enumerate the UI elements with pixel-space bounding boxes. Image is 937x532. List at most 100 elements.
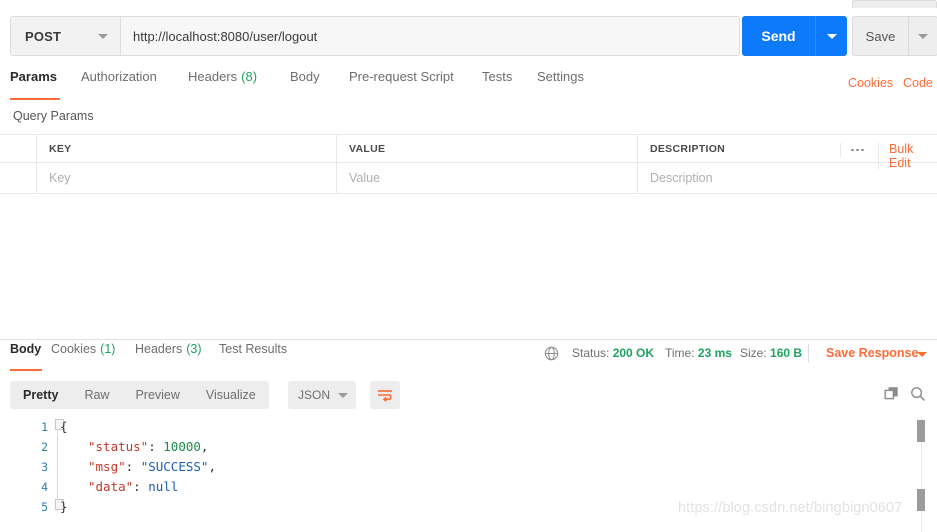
pane-divider[interactable]: [0, 339, 937, 340]
code-token: null: [148, 479, 179, 494]
chevron-down-icon: [98, 33, 108, 39]
param-description-input[interactable]: Description: [637, 163, 937, 193]
tab-label: Headers: [188, 69, 238, 84]
code-token: ,: [200, 439, 209, 454]
request-tab-headers[interactable]: Headers (8): [188, 68, 257, 100]
chevron-down-icon: [338, 392, 348, 398]
http-method-label: POST: [25, 28, 62, 44]
size-label: Size:: [740, 346, 767, 360]
code-line: "msg": "SUCCESS",: [60, 459, 216, 474]
time-label: Time:: [665, 346, 695, 360]
time-value: 23 ms: [697, 346, 732, 360]
request-tab-pre-request-script[interactable]: Pre-request Script: [349, 68, 454, 100]
request-url-input[interactable]: http://localhost:8080/user/logout: [120, 16, 740, 56]
request-tab-body[interactable]: Body: [290, 68, 320, 100]
request-tab-settings[interactable]: Settings: [537, 68, 584, 100]
request-tab-params[interactable]: Params: [10, 68, 57, 100]
tab-label: Body: [290, 69, 320, 84]
format-tab-raw[interactable]: Raw: [71, 388, 122, 402]
request-tab-bar: Params Authorization Headers (8) Body Pre-req…: [0, 68, 937, 100]
select-all-checkbox-cell[interactable]: [0, 135, 36, 162]
response-tab-test-results[interactable]: Test Results: [219, 342, 287, 356]
tab-label: Test Results: [219, 342, 288, 356]
dot: [861, 148, 864, 152]
query-params-title: Query Params: [13, 109, 94, 123]
save-button-group: Save: [852, 16, 937, 56]
size-value: 160 B: [770, 346, 803, 360]
copy-icon: [884, 387, 898, 400]
chevron-down-icon[interactable]: [917, 352, 927, 357]
format-tab-pretty[interactable]: Pretty: [10, 388, 71, 402]
chevron-down-icon: [826, 33, 837, 39]
line-number: 2: [41, 440, 48, 454]
code-token: :: [125, 459, 141, 474]
size-meta: Size: 160 B: [740, 346, 802, 360]
request-tab-tests[interactable]: Tests: [482, 68, 512, 100]
code-token: "status": [88, 439, 149, 454]
column-header-value: VALUE: [336, 135, 637, 162]
response-scrollbar-thumb-secondary[interactable]: [917, 489, 925, 511]
table-row: Key Value Description: [0, 163, 937, 194]
tab-count-badge: (1): [100, 342, 116, 356]
send-button-group: Send: [742, 16, 847, 56]
tab-count-badge: (3): [186, 342, 202, 356]
tab-label: Authorization: [81, 69, 157, 84]
http-method-select[interactable]: POST: [10, 16, 120, 56]
tab-label: Settings: [537, 69, 584, 84]
code-token: {: [60, 419, 68, 434]
code-token: "msg": [88, 459, 126, 474]
response-tab-body[interactable]: Body: [10, 342, 41, 356]
status-meta: Status: 200 OK: [572, 346, 654, 360]
response-scrollbar-thumb[interactable]: [917, 420, 925, 442]
line-number: 4: [41, 480, 48, 494]
line-number: 1: [41, 420, 48, 434]
search-icon: [911, 387, 925, 401]
copy-button[interactable]: [884, 386, 900, 407]
table-header-row: KEY VALUE DESCRIPTION Bulk Edit: [0, 134, 937, 170]
send-button[interactable]: Send: [742, 16, 815, 56]
search-button[interactable]: [910, 386, 926, 407]
response-format-tabs: Pretty Raw Preview Visualize: [10, 381, 269, 409]
format-tab-preview[interactable]: Preview: [122, 388, 192, 402]
param-value-input[interactable]: Value: [336, 163, 637, 193]
save-button[interactable]: Save: [852, 16, 908, 56]
code-line: }: [60, 499, 68, 514]
code-token: 10000: [163, 439, 201, 454]
save-response-button[interactable]: Save Response: [826, 346, 918, 360]
postman-window: POST http://localhost:8080/user/logout S…: [0, 0, 937, 532]
wrap-lines-button[interactable]: [370, 381, 400, 409]
code-token: :: [133, 479, 149, 494]
chevron-down-icon: [918, 33, 928, 39]
line-number: 5: [41, 500, 48, 514]
status-value: 200 OK: [612, 346, 655, 360]
tab-label: Tests: [482, 69, 513, 84]
active-tab-indicator: [10, 369, 42, 371]
code-token: }: [60, 499, 68, 514]
cookies-link[interactable]: Cookies: [848, 76, 893, 90]
param-key-input[interactable]: Key: [36, 163, 336, 193]
watermark: https://blog.csdn.net/bingbign0607: [678, 500, 903, 516]
row-checkbox[interactable]: [0, 163, 36, 193]
request-tab-authorization[interactable]: Authorization: [81, 68, 157, 100]
code-link[interactable]: Code: [903, 76, 933, 90]
save-options-button[interactable]: [908, 16, 937, 56]
response-tab-cookies[interactable]: Cookies (1): [51, 342, 115, 356]
ellipsis-icon[interactable]: [840, 143, 866, 157]
code-line: {: [60, 419, 68, 434]
format-tab-visualize[interactable]: Visualize: [193, 388, 269, 402]
response-language-select[interactable]: JSON: [288, 381, 356, 409]
tab-label: Headers: [135, 342, 183, 356]
code-line: "status": 10000,: [60, 439, 208, 454]
meta-divider: [808, 344, 809, 362]
save-button-group-top-edge: [852, 0, 937, 8]
request-url-text: http://localhost:8080/user/logout: [133, 28, 318, 44]
dot: [851, 148, 854, 152]
code-line: "data": null: [60, 479, 178, 494]
send-options-button[interactable]: [815, 16, 847, 56]
query-params-table: KEY VALUE DESCRIPTION Bulk Edit Key Valu…: [0, 134, 937, 194]
code-token: "data": [88, 479, 134, 494]
response-tab-headers[interactable]: Headers (3): [135, 342, 202, 356]
time-meta: Time: 23 ms: [665, 346, 732, 360]
response-language-label: JSON: [298, 388, 331, 402]
line-number: 3: [41, 460, 48, 474]
